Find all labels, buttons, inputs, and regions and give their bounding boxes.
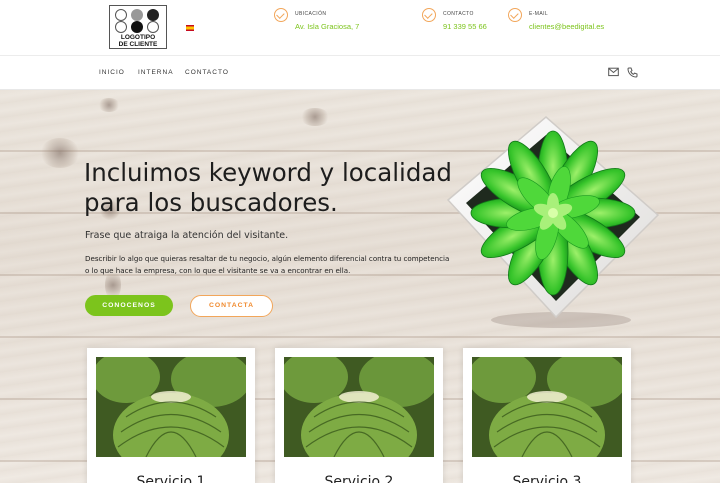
client-logo[interactable]: LOGOTIPO DE CLIENTE [109, 5, 167, 49]
service-card-1[interactable]: Servicio 1 [87, 348, 255, 483]
nav-item-interna[interactable]: INTERNA [138, 69, 174, 76]
check-circle-icon [274, 8, 288, 22]
cactus-image [284, 357, 434, 457]
succulent-plant-image [446, 116, 660, 328]
phone-value[interactable]: 91 339 55 66 [443, 22, 487, 31]
wood-knot [300, 108, 330, 126]
service-title: Servicio 2 [324, 474, 394, 483]
email-label: E-MAIL [529, 11, 549, 17]
hero-headline: Incluimos keyword y localidad para los b… [84, 158, 452, 217]
service-title: Servicio 1 [136, 474, 206, 483]
phone-label: CONTACTO [443, 11, 474, 17]
nav-item-inicio[interactable]: INICIO [99, 69, 125, 76]
check-circle-icon [508, 8, 522, 22]
service-card-3[interactable]: Servicio 3 [463, 348, 631, 483]
logo-dots [115, 9, 163, 33]
conocenos-button[interactable]: CONOCENOS [85, 295, 173, 316]
check-circle-icon [422, 8, 436, 22]
location-value[interactable]: Av. Isla Graciosa, 7 [295, 22, 359, 31]
envelope-icon[interactable] [608, 67, 619, 77]
phone-icon[interactable] [627, 67, 638, 78]
logo-text: LOGOTIPO DE CLIENTE [118, 34, 158, 48]
spain-flag-icon[interactable] [186, 25, 194, 31]
nav-item-contacto[interactable]: CONTACTO [185, 69, 229, 76]
cactus-image [472, 357, 622, 457]
wood-knot [40, 138, 80, 168]
email-value[interactable]: clientes@beedigital.es [529, 22, 604, 31]
main-nav: INICIO INTERNA CONTACTO [0, 56, 720, 90]
hero-description: Describir lo algo que quieras resaltar d… [85, 254, 450, 275]
location-label: UBICACIÓN [295, 11, 327, 17]
top-header: LOGOTIPO DE CLIENTE UBICACIÓN Av. Isla G… [0, 0, 720, 56]
cactus-image [96, 357, 246, 457]
hero-section: Incluimos keyword y localidad para los b… [0, 90, 720, 483]
contacta-button[interactable]: CONTACTA [190, 295, 273, 317]
service-title: Servicio 3 [512, 474, 582, 483]
hero-subline: Frase que atraiga la atención del visita… [85, 230, 289, 241]
wood-knot [98, 98, 120, 112]
service-card-2[interactable]: Servicio 2 [275, 348, 443, 483]
